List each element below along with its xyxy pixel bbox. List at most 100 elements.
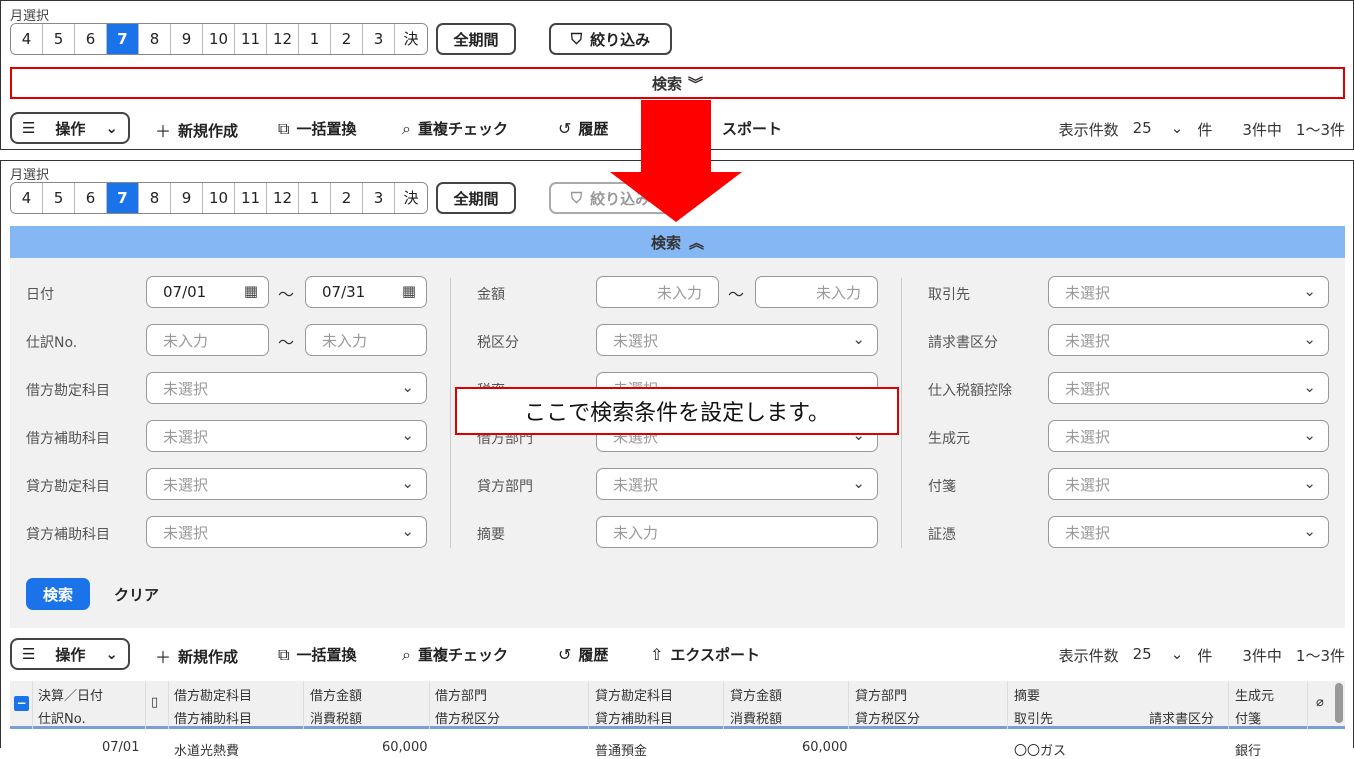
search-button[interactable]: 検索 [26, 578, 90, 610]
scrollbar[interactable] [1335, 683, 1343, 723]
month-button[interactable]: 決 [395, 24, 427, 54]
month-button[interactable]: 2 [331, 24, 363, 54]
month-button[interactable]: 7 [107, 24, 139, 54]
display-count-select[interactable]: 25 ⌄ [1133, 645, 1184, 666]
new-label: 新規作成 [178, 121, 239, 140]
month-button[interactable]: 12 [267, 183, 299, 213]
col-summary[interactable]: 摘要 [1014, 685, 1040, 704]
col-debit-sub[interactable]: 借方補助科目 [174, 708, 252, 727]
col-source[interactable]: 生成元 [1235, 685, 1274, 704]
menu-icon: ☰ [22, 645, 36, 663]
dup-check-button[interactable]: ⌕ 重複チェック [402, 118, 508, 139]
month-button[interactable]: 1 [299, 24, 331, 54]
cell-partner: 〇〇ガス [1014, 744, 1067, 759]
credit-dept-select[interactable]: 未選択 ⌄ [596, 468, 878, 500]
new-button[interactable]: ＋ 新規作成 [155, 644, 238, 668]
col-credit-sub[interactable]: 貸方補助科目 [595, 708, 673, 727]
debit-account-select[interactable]: 未選択 ⌄ [146, 372, 427, 404]
month-button[interactable]: 8 [139, 183, 171, 213]
export-icon: ⇧ [650, 645, 664, 664]
all-period-button[interactable]: 全期間 [436, 182, 516, 214]
source-select[interactable]: 未選択 ⌄ [1048, 420, 1329, 452]
month-button[interactable]: 3 [363, 183, 395, 213]
table-row[interactable]: 07/01 水道光熱費 60,000 普通預金 60,000 〇〇ガス 銀行 [10, 732, 1345, 759]
tag-select[interactable]: 未選択 ⌄ [1048, 468, 1329, 500]
month-button[interactable]: 6 [75, 183, 107, 213]
credit-sub-select[interactable]: 未選択 ⌄ [146, 516, 427, 548]
month-button[interactable]: 11 [235, 183, 267, 213]
date-from-input[interactable]: 07/01 ▦ [146, 276, 269, 308]
col-credit-dept[interactable]: 貸方部門 [855, 685, 907, 704]
bulk-replace-button[interactable]: ⧉ 一括置換 [278, 644, 356, 665]
col-invoice-class[interactable]: 請求書区分 [1149, 708, 1214, 727]
col-debit-dept[interactable]: 借方部門 [435, 685, 487, 704]
date-to-input[interactable]: 07/31 ▦ [305, 276, 427, 308]
col-debit-tax[interactable]: 消費税額 [310, 708, 362, 727]
col-date[interactable]: 決算／日付 [38, 685, 103, 704]
operation-menu-button[interactable]: ☰ 操作 ⌄ [10, 638, 130, 670]
col-debit-account[interactable]: 借方勘定科目 [174, 685, 252, 704]
search-doc-icon: ⌕ [402, 118, 411, 138]
credit-sub-label: 貸方補助科目 [26, 527, 110, 543]
credit-account-select[interactable]: 未選択 ⌄ [146, 468, 427, 500]
journal-no-to-input[interactable]: 未入力 [305, 324, 427, 356]
month-button[interactable]: 5 [43, 24, 75, 54]
month-button[interactable]: 6 [75, 24, 107, 54]
col-tag[interactable]: 付箋 [1235, 708, 1261, 727]
bulk-replace-button[interactable]: ⧉ 一括置換 [278, 118, 356, 139]
month-button[interactable]: 12 [267, 24, 299, 54]
invoice-class-select[interactable]: 未選択 ⌄ [1048, 324, 1329, 356]
month-button[interactable]: 5 [43, 183, 75, 213]
operation-menu-button[interactable]: ☰ 操作 ⌄ [10, 112, 130, 144]
col-credit-account[interactable]: 貸方勘定科目 [595, 685, 673, 704]
display-count-select[interactable]: 25 ⌄ [1133, 119, 1184, 140]
month-button[interactable]: 2 [331, 183, 363, 213]
month-select-label: 月選択 [10, 168, 50, 183]
month-button[interactable]: 4 [11, 183, 43, 213]
month-button[interactable]: 8 [139, 24, 171, 54]
bulk-replace-label: 一括置換 [296, 120, 357, 138]
journal-no-from-input[interactable]: 未入力 [146, 324, 269, 356]
amount-from-input[interactable]: 未入力 [596, 276, 719, 308]
col-credit-tax[interactable]: 消費税額 [730, 708, 782, 727]
month-button[interactable]: 7 [107, 183, 139, 213]
export-button[interactable]: ⇧ エクスポート [650, 644, 760, 665]
tax-class-select[interactable]: 未選択 ⌄ [596, 324, 878, 356]
month-button[interactable]: 決 [395, 183, 427, 213]
history-button[interactable]: ↺ 履歴 [558, 118, 608, 139]
search-toggle-bar[interactable]: 検索 ︽ [10, 226, 1345, 258]
new-button[interactable]: ＋ 新規作成 [155, 118, 238, 142]
month-button[interactable]: 10 [203, 24, 235, 54]
month-button[interactable]: 1 [299, 183, 331, 213]
voucher-select[interactable]: 未選択 ⌄ [1048, 516, 1329, 548]
amount-to-input[interactable]: 未入力 [755, 276, 878, 308]
history-button[interactable]: ↺ 履歴 [558, 644, 608, 665]
col-debit-amount[interactable]: 借方金額 [310, 685, 362, 704]
month-button[interactable]: 3 [363, 24, 395, 54]
col-partner[interactable]: 取引先 [1014, 708, 1053, 727]
filter-button[interactable]: ⛉ 絞り込み [549, 23, 672, 55]
month-button[interactable]: 11 [235, 24, 267, 54]
purchase-tax-select[interactable]: 未選択 ⌄ [1048, 372, 1329, 404]
month-button[interactable]: 9 [171, 183, 203, 213]
col-credit-tax-class[interactable]: 貸方税区分 [855, 708, 920, 727]
dup-check-label: 重複チェック [417, 120, 508, 138]
col-credit-amount[interactable]: 貸方金額 [730, 685, 782, 704]
col-debit-tax-class[interactable]: 借方税区分 [435, 708, 500, 727]
month-button[interactable]: 10 [203, 183, 235, 213]
month-button[interactable]: 9 [171, 24, 203, 54]
clear-button[interactable]: クリア [114, 584, 159, 605]
range-label: 1〜3件 [1295, 121, 1345, 139]
month-button[interactable]: 4 [11, 24, 43, 54]
debit-sub-select[interactable]: 未選択 ⌄ [146, 420, 427, 452]
total-count: 3件中 [1242, 121, 1282, 139]
search-toggle-bar[interactable]: 検索 ︾ [10, 67, 1345, 99]
purchase-tax-label: 仕入税額控除 [928, 383, 1012, 399]
doc-icon: ▯ [151, 695, 159, 710]
summary-input[interactable]: 未入力 [596, 516, 878, 548]
col-journal-no[interactable]: 仕訳No. [38, 708, 86, 727]
all-period-button[interactable]: 全期間 [436, 23, 516, 55]
dup-check-button[interactable]: ⌕ 重複チェック [402, 644, 508, 665]
partner-select[interactable]: 未選択 ⌄ [1048, 276, 1329, 308]
select-all-checkbox[interactable]: − [14, 696, 29, 711]
